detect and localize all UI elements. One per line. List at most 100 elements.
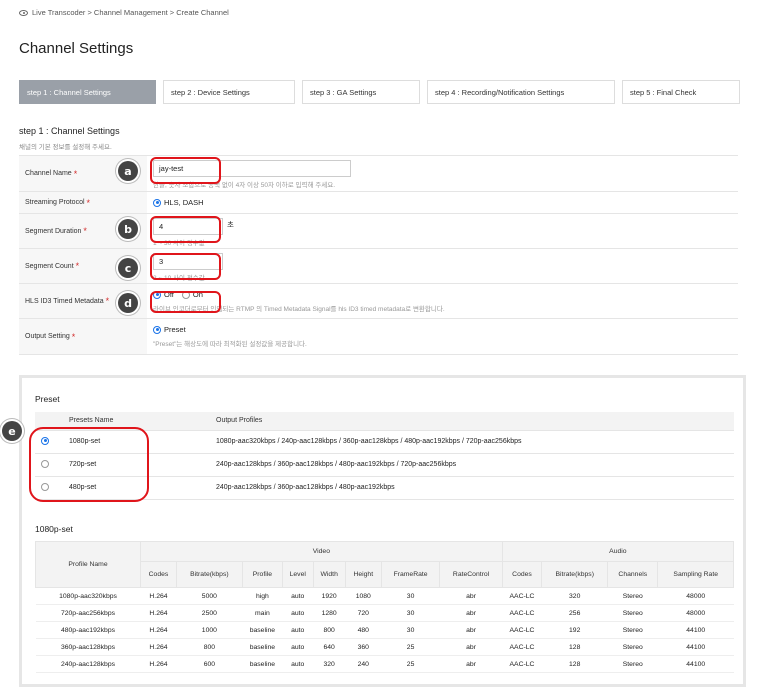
profile-cell: Stereo: [607, 587, 658, 605]
profile-cell: abr: [439, 587, 503, 605]
profile-cell: 30: [381, 604, 440, 622]
profile-cell: auto: [282, 638, 313, 656]
profile-cell: 44100: [657, 638, 734, 656]
profile-cell: AAC-LC: [502, 621, 542, 639]
badge-c: c: [118, 258, 138, 278]
channel-form: Channel Name * jay-test 한글, 숫자 조합으로 공백 없이…: [19, 155, 738, 355]
col-audio-bitrate: Bitrate(kbps): [541, 561, 609, 588]
tab-step-5[interactable]: step 5 : Final Check: [622, 80, 740, 104]
profile-cell: auto: [282, 621, 313, 639]
profile-cell: abr: [439, 604, 503, 622]
profile-cell: 25: [381, 638, 440, 656]
preset-profiles: 240p-aac128kbps / 360p-aac128kbps / 480p…: [216, 476, 734, 500]
eye-icon: [19, 9, 28, 16]
breadcrumb-text[interactable]: Live Transcoder > Channel Management > C…: [32, 8, 229, 17]
profile-cell: baseline: [242, 621, 283, 639]
col-level: Level: [281, 561, 314, 588]
output-setting-label: Output Setting *: [19, 319, 147, 354]
profile-row: 240p-aac128kbps H.264 600 baseline auto 320 24…: [35, 655, 734, 673]
profile-cell: 800: [313, 621, 346, 639]
breadcrumb: Live Transcoder > Channel Management > C…: [19, 8, 229, 17]
col-height: Height: [344, 561, 382, 588]
audio-group-header: Audio: [501, 541, 735, 562]
highlight-preset-names: [29, 427, 149, 502]
row-output-setting: Output Setting * Preset "Preset"는 해상도에 따라…: [19, 319, 738, 355]
profile-cell: AAC-LC: [502, 638, 542, 656]
badge-b: b: [118, 219, 138, 239]
profile-cell: AAC-LC: [502, 655, 542, 673]
segment-count-help: 2 ~ 10 사이 정수값: [153, 275, 205, 282]
page-title: Channel Settings: [19, 40, 134, 57]
badge-d: d: [118, 293, 138, 313]
col-channels: Channels: [607, 561, 659, 588]
profile-cell: 800: [176, 638, 243, 656]
badge-a: a: [118, 161, 138, 181]
col-ratecontrol: RateControl: [439, 561, 503, 588]
tab-step-4[interactable]: step 4 : Recording/Notification Settings: [427, 80, 615, 104]
section-title: step 1 : Channel Settings: [19, 126, 120, 136]
profile-row: 720p-aac256kbps H.264 2500 main auto 1280 720 3…: [35, 604, 734, 622]
profile-cell: main: [242, 604, 283, 622]
profile-cell: 128: [541, 638, 608, 656]
profile-cell: auto: [282, 587, 313, 605]
hls-metadata-help: 라이브 인코더로부터 인입되는 RTMP 의 Timed Metadata Si…: [153, 306, 445, 313]
profile-cell: H.264: [140, 638, 177, 656]
profile-cell: 1280: [313, 604, 346, 622]
profile-cell: 30: [381, 621, 440, 639]
profile-name-header: Profile Name: [35, 541, 141, 588]
profile-cell: AAC-LC: [502, 587, 542, 605]
col-bitrate: Bitrate(kbps): [175, 561, 243, 588]
tab-step-3[interactable]: step 3 : GA Settings: [302, 80, 420, 104]
profile-cell: 720: [345, 604, 382, 622]
profile-cell: 30: [381, 587, 440, 605]
segment-duration-help: 1 ~ 30 사이 정수값: [153, 240, 205, 247]
preset-title: Preset: [35, 394, 60, 404]
profile-cell: 600: [176, 655, 243, 673]
profile-row: 360p-aac128kbps H.264 800 baseline auto 640 36…: [35, 638, 734, 656]
profile-cell: 1000: [176, 621, 243, 639]
protocol-radio[interactable]: HLS, DASH: [153, 198, 204, 207]
profile-cell: auto: [282, 655, 313, 673]
preset-profiles: 1080p-aac320kbps / 240p-aac128kbps / 360…: [216, 430, 734, 454]
badge-e: e: [2, 421, 22, 441]
profile-cell: 44100: [657, 621, 734, 639]
profile-cell: 320: [313, 655, 346, 673]
profile-detail-title: 1080p-set: [35, 524, 73, 534]
step-tabs: step 1 : Channel Settings step 2 : Devic…: [19, 80, 740, 104]
profile-cell: 240p-aac128kbps: [35, 655, 141, 673]
profile-cell: 480p-aac192kbps: [35, 621, 141, 639]
highlight-hls-metadata: [150, 291, 221, 313]
preset-profiles: 240p-aac128kbps / 360p-aac128kbps / 480p…: [216, 453, 734, 477]
profile-cell: abr: [439, 655, 503, 673]
profile-cell: Stereo: [607, 655, 658, 673]
profile-row: 480p-aac192kbps H.264 1000 baseline auto 800 4…: [35, 621, 734, 639]
highlight-segment-count: [150, 253, 221, 280]
profile-cell: H.264: [140, 621, 177, 639]
profile-cell: H.264: [140, 655, 177, 673]
profile-cell: 360: [345, 638, 382, 656]
profile-cell: baseline: [242, 638, 283, 656]
profile-cell: H.264: [140, 604, 177, 622]
profile-cell: 44100: [657, 655, 734, 673]
preset-radio[interactable]: Preset: [153, 325, 186, 334]
tab-step-1[interactable]: step 1 : Channel Settings: [19, 80, 156, 104]
col-profile: Profile: [241, 561, 283, 588]
channel-name-help: 한글, 숫자 조합으로 공백 없이 4자 이상 50자 이하로 입력해 주세요.: [153, 182, 336, 189]
tab-step-2[interactable]: step 2 : Device Settings: [163, 80, 295, 104]
profile-cell: 25: [381, 655, 440, 673]
profile-cell: Stereo: [607, 604, 658, 622]
col-codes: Codes: [140, 561, 177, 588]
profile-cell: 256: [541, 604, 608, 622]
profile-cell: 5000: [176, 587, 243, 605]
profile-cell: high: [242, 587, 283, 605]
profile-cell: 1080p-aac320kbps: [35, 587, 141, 605]
profile-cell: 2500: [176, 604, 243, 622]
profile-cell: Stereo: [607, 621, 658, 639]
profile-cell: 48000: [657, 587, 734, 605]
profile-cell: 720p-aac256kbps: [35, 604, 141, 622]
profile-row: 1080p-aac320kbps H.264 5000 high auto 1920 108…: [35, 587, 734, 605]
profile-cell: 320: [541, 587, 608, 605]
profile-cell: 640: [313, 638, 346, 656]
profile-cell: auto: [282, 604, 313, 622]
profile-cell: 240: [345, 655, 382, 673]
